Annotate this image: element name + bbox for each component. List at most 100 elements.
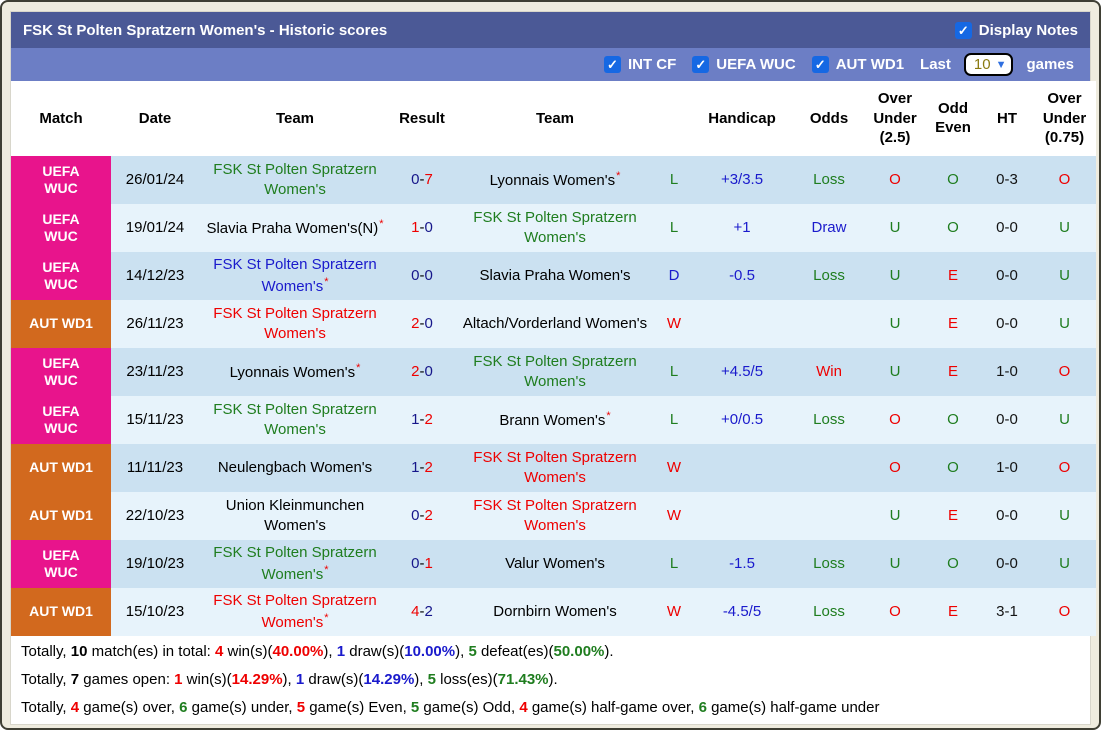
odd-even: O bbox=[947, 410, 959, 428]
summary-segment: 1 bbox=[336, 642, 346, 660]
score-cell: 0-1 bbox=[391, 540, 453, 588]
summary-segment: ), bbox=[282, 670, 296, 688]
result-letter: W bbox=[666, 314, 682, 332]
last-games-select[interactable]: 10 ▼ bbox=[963, 53, 1014, 76]
summary-section: Totally, 10 match(es) in total: 4 win(s)… bbox=[11, 635, 1090, 724]
summary-segment: ), bbox=[455, 642, 469, 660]
int-cf-checkbox[interactable]: ✓ bbox=[603, 56, 621, 73]
over-under-25: O bbox=[889, 170, 901, 188]
odds-result: Loss bbox=[813, 554, 845, 572]
home-score: 0 bbox=[411, 170, 420, 188]
home-team-cell: FSK St Polten Spratzern Women's* bbox=[199, 252, 391, 300]
title-bar: FSK St Polten Spratzern Women's - Histor… bbox=[11, 12, 1090, 48]
away-team-name: FSK St Polten Spratzern Women's bbox=[473, 353, 637, 390]
league-badge: AUT WD1 bbox=[11, 299, 111, 348]
summary-segment: game(s) over, bbox=[79, 698, 180, 716]
table-row: AUT WD1 22/10/23 Union Kleinmunchen Wome… bbox=[11, 491, 1096, 540]
match-date: 15/11/23 bbox=[126, 410, 184, 428]
aut-wd1-checkbox[interactable]: ✓ bbox=[811, 56, 829, 73]
summary-line-1: Totally, 7 games open: 1 win(s)(14.29%),… bbox=[11, 665, 1090, 693]
home-score: 0 bbox=[411, 506, 420, 524]
score-cell: 0-7 bbox=[391, 156, 453, 204]
match-date: 26/11/23 bbox=[126, 314, 184, 332]
filter-uefa-wuc: ✓ UEFA WUC bbox=[692, 56, 796, 73]
home-team-name: FSK St Polten Spratzern Women's bbox=[213, 161, 377, 198]
over-under-075: O bbox=[1058, 362, 1071, 380]
away-score: 0 bbox=[424, 218, 433, 236]
ht-score: 3-1 bbox=[996, 602, 1018, 620]
display-notes-checkbox[interactable]: ✓ bbox=[954, 21, 972, 39]
home-score: 2 bbox=[411, 362, 420, 380]
away-team-cell: Valur Women's* bbox=[453, 540, 657, 588]
uefa-wuc-checkbox[interactable]: ✓ bbox=[692, 56, 710, 73]
table-header-row: Match Date Team Result Team Handicap Odds Over … bbox=[11, 81, 1096, 156]
ht-score: 0-0 bbox=[996, 218, 1018, 236]
score-cell: 2-0 bbox=[391, 300, 453, 348]
summary-segment: game(s) half-game under bbox=[706, 698, 880, 716]
home-team-cell: Slavia Praha Women's(N)* bbox=[199, 204, 391, 252]
league-badge: AUT WD1 bbox=[11, 587, 111, 636]
away-team-name: Brann Women's bbox=[499, 411, 606, 429]
away-team-star: * bbox=[616, 169, 621, 182]
int-cf-label: INT CF bbox=[627, 56, 677, 73]
league-badge: UEFA WUC bbox=[11, 347, 111, 396]
over-under-25: O bbox=[889, 458, 901, 476]
page-background: FSK St Polten Spratzern Women's - Histor… bbox=[0, 0, 1101, 730]
table-row: UEFA WUC 26/01/24 FSK St Polten Spratzer… bbox=[11, 155, 1096, 204]
handicap-value: -1.5 bbox=[729, 554, 755, 572]
over-under-075: U bbox=[1059, 314, 1070, 332]
column-header-11: Over Under (0.75) bbox=[1033, 81, 1096, 156]
league-badge: AUT WD1 bbox=[11, 491, 111, 540]
away-team-cell: FSK St Polten Spratzern Women's* bbox=[453, 204, 657, 252]
over-under-075: U bbox=[1059, 554, 1070, 572]
away-team-cell: Altach/Vorderland Women's* bbox=[453, 300, 657, 348]
home-team-cell: FSK St Polten Spratzern Women's* bbox=[199, 156, 391, 204]
over-under-075: U bbox=[1059, 410, 1070, 428]
summary-segment: game(s) Even, bbox=[305, 698, 411, 716]
away-team-cell: FSK St Polten Spratzern Women's* bbox=[453, 492, 657, 540]
column-header-6: Handicap bbox=[691, 81, 793, 156]
ht-score: 0-0 bbox=[996, 410, 1018, 428]
league-badge: UEFA WUC bbox=[11, 539, 111, 588]
odds-result bbox=[793, 444, 865, 492]
summary-line-2: Totally, 4 game(s) over, 6 game(s) under… bbox=[11, 693, 1090, 721]
away-team-cell: FSK St Polten Spratzern Women's* bbox=[453, 348, 657, 396]
home-team-star: * bbox=[324, 563, 329, 576]
summary-segment: 10 bbox=[70, 642, 88, 660]
away-score: 2 bbox=[424, 458, 433, 476]
summary-segment: 5 bbox=[410, 698, 420, 716]
away-score: 1 bbox=[424, 554, 433, 572]
over-under-25: U bbox=[889, 362, 901, 380]
table-row: AUT WD1 11/11/23 Neulengbach Women's* 1-… bbox=[11, 443, 1096, 492]
summary-segment: Totally, bbox=[21, 670, 71, 688]
match-date: 14/12/23 bbox=[125, 266, 185, 284]
odds-result bbox=[793, 300, 865, 348]
handicap-value: +1 bbox=[733, 218, 751, 236]
summary-segment: 6 bbox=[698, 698, 707, 716]
result-letter: L bbox=[669, 410, 679, 428]
table-row: UEFA WUC 14/12/23 FSK St Polten Spratzer… bbox=[11, 251, 1096, 300]
home-score: 1 bbox=[411, 410, 420, 428]
odds-result: Loss bbox=[813, 602, 845, 620]
away-score: 2 bbox=[424, 506, 433, 524]
historic-scores-table: Match Date Team Result Team Handicap Odds Over … bbox=[11, 81, 1096, 636]
home-team-name: FSK St Polten Spratzern Women's bbox=[213, 401, 377, 438]
summary-segment: win(s)( bbox=[223, 642, 273, 660]
home-score: 2 bbox=[411, 314, 420, 332]
home-team-name: Union Kleinmunchen Women's bbox=[225, 497, 365, 534]
score-cell: 2-0 bbox=[391, 348, 453, 396]
home-team-cell: FSK St Polten Spratzern Women's* bbox=[199, 540, 391, 588]
aut-wd1-label: AUT WD1 bbox=[835, 56, 905, 73]
home-team-name: Neulengbach Women's bbox=[217, 458, 373, 476]
summary-segment: ), bbox=[414, 670, 428, 688]
games-label: games bbox=[1026, 56, 1074, 73]
match-date: 15/10/23 bbox=[125, 602, 185, 620]
away-team-star: * bbox=[606, 409, 611, 422]
league-badge: UEFA WUC bbox=[11, 203, 111, 252]
over-under-25: O bbox=[889, 410, 901, 428]
home-score: 1 bbox=[411, 458, 420, 476]
summary-segment: Totally, bbox=[21, 698, 71, 716]
away-team-cell: Lyonnais Women's* bbox=[453, 156, 657, 204]
summary-segment: 5 bbox=[427, 670, 436, 688]
away-team-name: FSK St Polten Spratzern Women's bbox=[473, 449, 637, 486]
